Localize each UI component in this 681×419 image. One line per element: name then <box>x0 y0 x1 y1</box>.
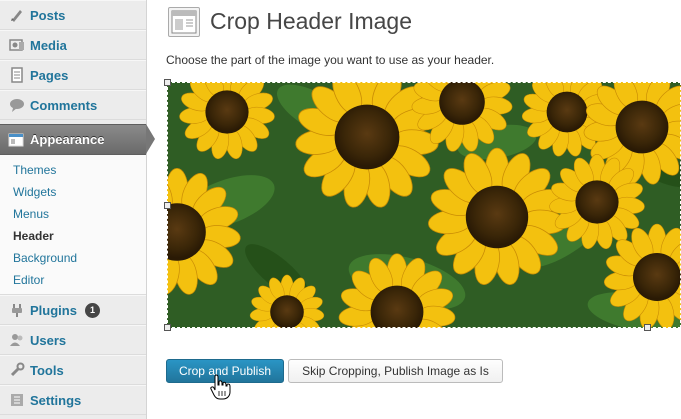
header-image-preview[interactable] <box>167 82 681 328</box>
menu-item-posts[interactable]: Posts <box>0 0 146 30</box>
crop-handle-left[interactable] <box>164 202 171 209</box>
menu-label-appearance: Appearance <box>30 132 105 147</box>
posts-icon <box>8 7 26 23</box>
menu-item-media[interactable]: Media <box>0 30 146 60</box>
crop-handle-top-left[interactable] <box>164 79 171 86</box>
menu-label-media: Media <box>30 37 67 53</box>
menu-label-comments: Comments <box>30 97 98 113</box>
submenu-widgets[interactable]: Widgets <box>13 185 56 199</box>
menu-item-settings[interactable]: Settings <box>0 385 146 415</box>
plugins-update-count: 1 <box>84 302 100 318</box>
plugins-icon <box>8 302 26 318</box>
appearance-submenu: Themes Widgets Menus Header Background E… <box>0 155 146 295</box>
menu-item-comments[interactable]: Comments <box>0 90 146 120</box>
menu-item-plugins[interactable]: Plugins 1 <box>0 295 146 325</box>
media-icon <box>8 37 26 53</box>
crop-handle-bottom[interactable] <box>644 324 651 331</box>
menu-label-settings: Settings <box>30 392 82 408</box>
hand-cursor-icon <box>210 374 232 405</box>
submenu-background[interactable]: Background <box>13 251 77 265</box>
menu-label-tools: Tools <box>30 362 64 378</box>
tools-icon <box>8 362 26 378</box>
comments-icon <box>8 97 26 113</box>
users-icon <box>8 332 26 348</box>
menu-label-pages: Pages <box>30 67 69 83</box>
skip-cropping-button[interactable]: Skip Cropping, Publish Image as Is <box>288 359 503 383</box>
submenu-header[interactable]: Header <box>13 229 54 243</box>
menu-item-users[interactable]: Users <box>0 325 146 355</box>
menu-label-posts: Posts <box>30 7 66 23</box>
crop-instruction: Choose the part of the image you want to… <box>166 53 495 67</box>
admin-sidebar: Posts Media Pages Comments Appearance Th… <box>0 0 155 419</box>
page-title: Crop Header Image <box>210 8 412 34</box>
menu-item-appearance[interactable]: Appearance <box>0 124 146 155</box>
menu-label-plugins: Plugins <box>30 302 77 318</box>
appearance-page-icon <box>168 7 200 37</box>
submenu-menus[interactable]: Menus <box>13 207 49 221</box>
submenu-themes[interactable]: Themes <box>13 163 56 177</box>
menu-label-users: Users <box>30 332 67 348</box>
menu-item-pages[interactable]: Pages <box>0 60 146 90</box>
current-menu-arrow <box>146 124 155 154</box>
submenu-editor[interactable]: Editor <box>13 273 44 287</box>
crop-handle-bottom-left[interactable] <box>164 324 171 331</box>
appearance-icon <box>8 132 26 148</box>
settings-icon <box>8 392 26 408</box>
menu-item-tools[interactable]: Tools <box>0 355 146 385</box>
pages-icon <box>8 67 26 83</box>
